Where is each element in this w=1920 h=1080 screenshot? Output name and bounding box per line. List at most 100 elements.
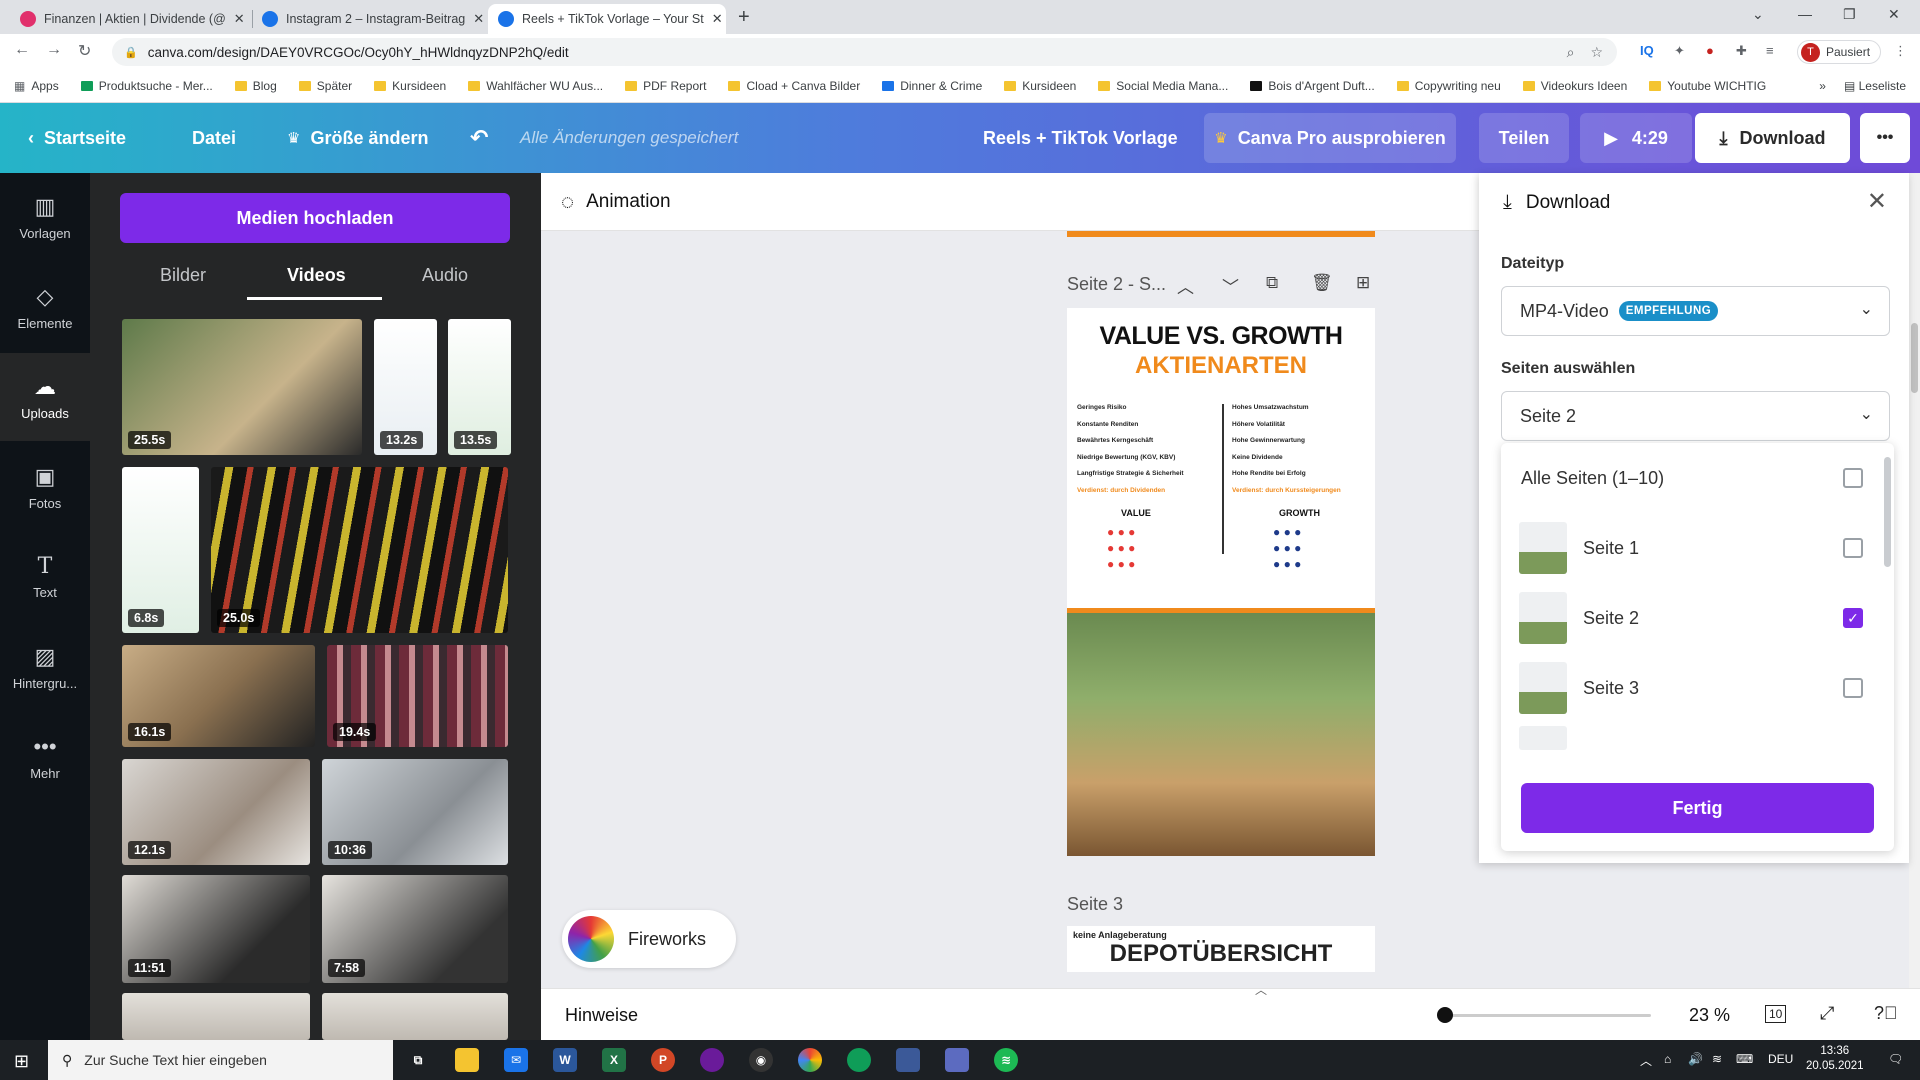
new-tab-button[interactable]: + (738, 6, 750, 29)
canva-pro-button[interactable]: ♛ Canva Pro ausprobieren (1204, 113, 1456, 163)
design-title[interactable]: Reels + TikTok Vorlage (983, 103, 1178, 173)
profile-button[interactable]: T Pausiert (1797, 40, 1882, 64)
notifications-icon[interactable]: 🗨 (1888, 1052, 1903, 1066)
zoom-icon[interactable]: ⌕ (1567, 44, 1575, 61)
close-tab-icon[interactable]: ✕ (465, 11, 484, 27)
close-tab-icon[interactable]: ✕ (226, 11, 245, 27)
edge-icon[interactable] (847, 1048, 871, 1072)
browser-tab-1[interactable]: Finanzen | Aktien | Dividende (@ ✕ (10, 4, 250, 34)
task-view-icon[interactable]: ⧉ (406, 1048, 430, 1072)
bookmark-item[interactable]: Kursideen (374, 79, 446, 93)
bookmark-item[interactable]: Social Media Mana... (1098, 79, 1228, 93)
bookmark-item[interactable]: Dinner & Crime (882, 79, 982, 93)
bookmark-item[interactable]: Produktsuche - Mer... (80, 79, 213, 93)
bookmark-item[interactable]: Bois d'Argent Duft... (1250, 79, 1375, 93)
bookmark-item[interactable]: Kursideen (1004, 79, 1076, 93)
mail-icon[interactable]: ✉ (504, 1048, 528, 1072)
option-page-3[interactable]: Seite 3 (1501, 653, 1881, 723)
spotify-icon[interactable]: ≋ (994, 1048, 1018, 1072)
app-icon[interactable] (700, 1048, 724, 1072)
rail-elements[interactable]: ◇ Elemente (0, 263, 90, 351)
tray-chevron-icon[interactable]: ︿ (1640, 1052, 1652, 1069)
bookmark-star-icon[interactable]: ☆ (1590, 44, 1603, 61)
obs-icon[interactable]: ◉ (749, 1048, 773, 1072)
extension-iq-icon[interactable]: IQ (1640, 43, 1654, 58)
option-page-4-partial[interactable] (1501, 723, 1881, 753)
forward-icon[interactable]: → (46, 41, 62, 59)
checkbox-checked[interactable]: ✓ (1843, 608, 1863, 628)
undo-icon[interactable]: ↶ (470, 103, 498, 173)
bookmark-item[interactable]: Wahlfächer WU Aus... (468, 79, 603, 93)
url-field[interactable]: 🔒 canva.com/design/DAEY0VRCGOc/Ocy0hY_hH… (112, 38, 1617, 66)
extension-icon[interactable]: ✦ (1674, 43, 1685, 59)
calculator-icon[interactable] (945, 1048, 969, 1072)
windows-start-icon[interactable]: ⊞ (14, 1051, 29, 1072)
animation-icon[interactable]: ◌ (561, 189, 574, 215)
video-thumbnail[interactable]: 11:51 (122, 875, 310, 983)
video-thumbnail[interactable]: 13.2s (374, 319, 437, 455)
zoom-value[interactable]: 23 % (1689, 1005, 1730, 1026)
chevron-up-icon[interactable]: ︿ (1177, 273, 1194, 298)
minimize-icon[interactable]: — (1798, 6, 1812, 22)
video-thumbnail[interactable]: 7:58 (322, 875, 508, 983)
pages-select[interactable]: Seite 2 ⌄ (1501, 391, 1890, 441)
more-options-button[interactable]: ••• (1860, 113, 1910, 163)
bookmark-item[interactable]: Cload + Canva Bilder (728, 79, 860, 93)
editor-scrollbar[interactable] (1909, 173, 1920, 988)
video-thumbnail[interactable] (122, 993, 310, 1040)
file-explorer-icon[interactable] (455, 1048, 479, 1072)
checkbox[interactable] (1843, 538, 1863, 558)
share-button[interactable]: Teilen (1479, 113, 1569, 163)
duplicate-page-icon[interactable]: ⧉ (1266, 273, 1278, 293)
video-thumbnail[interactable]: 25.0s (211, 467, 508, 633)
rail-uploads[interactable]: ☁ Uploads (0, 353, 90, 441)
powerpoint-icon[interactable]: P (651, 1048, 675, 1072)
page-2-canvas[interactable]: VALUE VS. GROWTH AKTIENARTEN Geringes Ri… (1067, 308, 1375, 856)
close-icon[interactable]: ✕ (1867, 187, 1887, 216)
browser-menu-icon[interactable]: ⋮ (1894, 43, 1907, 59)
filetype-select[interactable]: MP4-Video EMPFEHLUNG ⌄ (1501, 286, 1890, 336)
delete-page-icon[interactable]: 🗑 (1311, 273, 1333, 293)
reload-icon[interactable]: ↻ (78, 41, 91, 61)
rail-templates[interactable]: ▥ Vorlagen (0, 173, 90, 261)
bookmark-item[interactable]: PDF Report (625, 79, 706, 93)
volume-icon[interactable]: 🔊 (1688, 1052, 1703, 1066)
option-page-2[interactable]: Seite 2 ✓ (1501, 583, 1881, 653)
page-3-label[interactable]: Seite 3 (1067, 894, 1123, 915)
rail-photos[interactable]: ▣ Fotos (0, 443, 90, 531)
video-thumbnail[interactable]: 16.1s (122, 645, 315, 747)
page-2-label[interactable]: Seite 2 - S... (1067, 274, 1166, 295)
extensions-puzzle-icon[interactable]: ✚ (1736, 43, 1747, 59)
taskbar-search-input[interactable]: ⚲ Zur Suche Text hier eingeben (48, 1040, 393, 1080)
more-bookmarks-icon[interactable]: » (1819, 79, 1826, 93)
done-button[interactable]: Fertig (1521, 783, 1874, 833)
media-control-icon[interactable]: ≡ (1766, 43, 1774, 58)
video-thumbnail[interactable]: 6.8s (122, 467, 199, 633)
close-window-icon[interactable]: ✕ (1888, 6, 1900, 23)
excel-icon[interactable]: X (602, 1048, 626, 1072)
video-thumbnail[interactable] (322, 993, 508, 1040)
help-icon[interactable]: ?⃝ (1874, 1003, 1898, 1024)
resize-button[interactable]: ♛ Größe ändern (287, 103, 428, 173)
page-3-canvas[interactable]: keine Anlageberatung DEPOTÜBERSICHT (1067, 926, 1375, 972)
bookmark-item[interactable]: Später (298, 79, 352, 93)
dropdown-scroll-thumb[interactable] (1884, 457, 1891, 567)
zoom-slider-handle[interactable] (1437, 1007, 1454, 1023)
page-grid-icon[interactable]: 10 (1765, 1005, 1787, 1023)
notes-button[interactable]: Hinweise (565, 1005, 638, 1026)
option-page-1[interactable]: Seite 1 (1501, 513, 1881, 583)
tab-audio[interactable]: Audio (422, 265, 468, 286)
video-thumbnail[interactable]: 10:36 (322, 759, 508, 865)
animation-button[interactable]: Animation (586, 191, 671, 213)
rail-background[interactable]: ▨ Hintergru... (0, 623, 90, 711)
keyboard-icon[interactable]: ⌨ (1736, 1052, 1753, 1066)
tab-videos[interactable]: Videos (287, 265, 346, 286)
close-tab-icon[interactable]: ✕ (704, 11, 723, 27)
checkbox[interactable] (1843, 678, 1863, 698)
bookmark-item[interactable]: Copywriting neu (1396, 79, 1501, 93)
checkbox[interactable] (1843, 468, 1863, 488)
maximize-icon[interactable]: ❐ (1843, 6, 1856, 23)
video-thumbnail[interactable]: 13.5s (448, 319, 511, 455)
browser-tab-3-active[interactable]: Reels + TikTok Vorlage – Your St ✕ (488, 4, 726, 34)
clock[interactable]: 13:36 20.05.2021 (1806, 1044, 1864, 1074)
